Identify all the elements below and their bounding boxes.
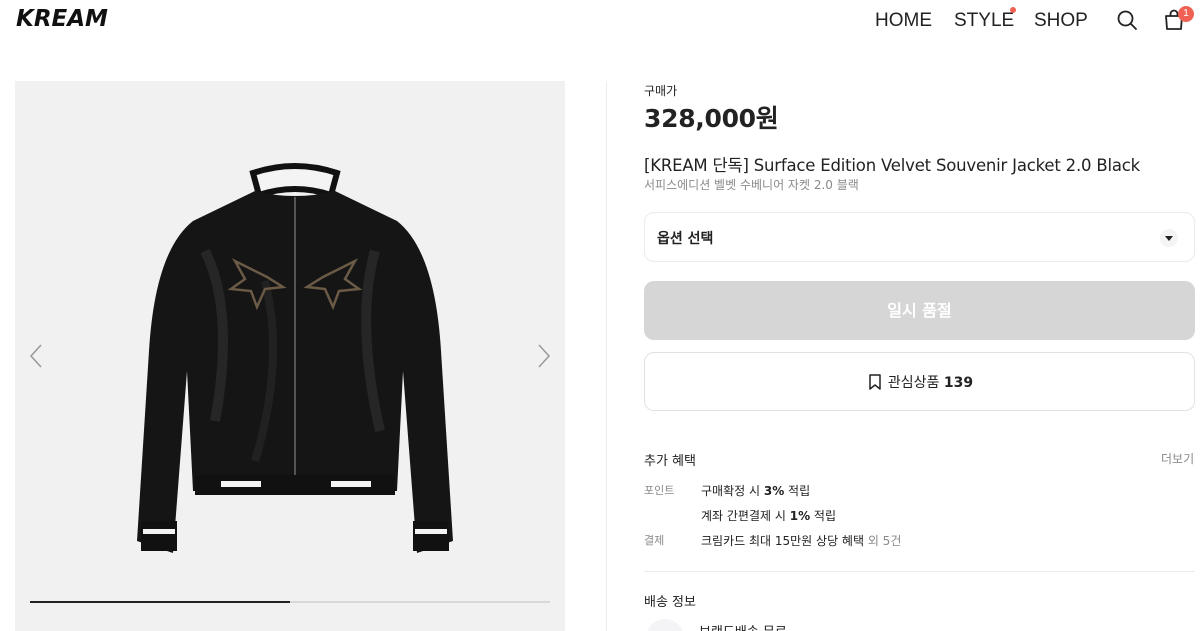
nav-home[interactable]: HOME bbox=[875, 10, 932, 32]
benefits-more-link[interactable]: 더보기 bbox=[1161, 450, 1194, 467]
wishlist-label: 관심상품 bbox=[887, 375, 940, 391]
product-image-gallery[interactable] bbox=[15, 81, 565, 631]
sold-out-button[interactable]: 일시 품절 bbox=[644, 281, 1195, 340]
wishlist-content: 관심상품 139 bbox=[645, 372, 1194, 392]
cart-count-badge: 1 bbox=[1178, 6, 1194, 22]
delivery-title: 배송 정보 bbox=[644, 595, 696, 610]
product-title: [KREAM 단독] Surface Edition Velvet Souven… bbox=[644, 156, 1140, 175]
search-icon[interactable] bbox=[1115, 8, 1139, 32]
benefit-point-1: 구매확정 시 3% 적립 bbox=[701, 482, 810, 499]
benefit-point-2-text: 계좌 간편결제 시 bbox=[701, 509, 790, 523]
chevron-left-icon[interactable] bbox=[27, 343, 47, 369]
caret-down-icon bbox=[1160, 229, 1178, 247]
gallery-progress-bar bbox=[30, 601, 550, 603]
benefit-point-2: 계좌 간편결제 시 1% 적립 bbox=[701, 507, 836, 524]
wishlist-count: 139 bbox=[943, 375, 974, 391]
nav-style[interactable]: STYLE bbox=[954, 10, 1014, 32]
new-indicator-dot bbox=[1010, 7, 1016, 13]
benefit-pay-1: 크림카드 최대 15만원 상당 혜택 외 5건 bbox=[701, 532, 901, 549]
gallery-progress-fill bbox=[30, 601, 290, 603]
wishlist-button[interactable]: 관심상품 139 bbox=[644, 352, 1195, 411]
option-select-label: 옵션 선택 bbox=[657, 231, 714, 247]
benefit-key-point: 포인트 bbox=[644, 484, 675, 497]
nav-shop[interactable]: SHOP bbox=[1034, 10, 1088, 32]
benefit-pay-1-more: 외 5건 bbox=[864, 534, 902, 548]
benefit-pay-1-text: 크림카드 최대 15만원 상당 혜택 bbox=[701, 534, 865, 548]
delivery-option[interactable]: 브랜드배송 무료 bbox=[699, 621, 787, 631]
kream-logo[interactable]: KREAM bbox=[16, 6, 108, 32]
price-label: 구매가 bbox=[644, 84, 678, 98]
benefit-point-1-text: 구매확정 시 bbox=[701, 484, 764, 498]
chevron-right-icon[interactable] bbox=[533, 343, 553, 369]
bookmark-icon bbox=[869, 374, 881, 390]
price-value: 328,000원 bbox=[644, 104, 779, 133]
benefit-key-pay: 결제 bbox=[644, 534, 665, 547]
product-image bbox=[137, 163, 453, 553]
product-subtitle: 서피스에디션 벨벳 수베니어 자켓 2.0 블랙 bbox=[644, 178, 859, 192]
column-divider bbox=[606, 81, 607, 631]
delivery-truck-icon bbox=[646, 619, 684, 631]
top-header: KREAM HOME STYLE SHOP 1 bbox=[0, 0, 1200, 42]
benefit-point-2-suffix: 적립 bbox=[810, 509, 837, 523]
benefits-title: 추가 혜택 bbox=[644, 454, 696, 469]
benefit-point-2-rate: 1% bbox=[789, 509, 811, 523]
benefit-point-1-suffix: 적립 bbox=[784, 484, 811, 498]
option-select[interactable]: 옵션 선택 bbox=[644, 212, 1195, 262]
section-divider bbox=[644, 571, 1195, 572]
benefit-point-1-rate: 3% bbox=[763, 484, 785, 498]
